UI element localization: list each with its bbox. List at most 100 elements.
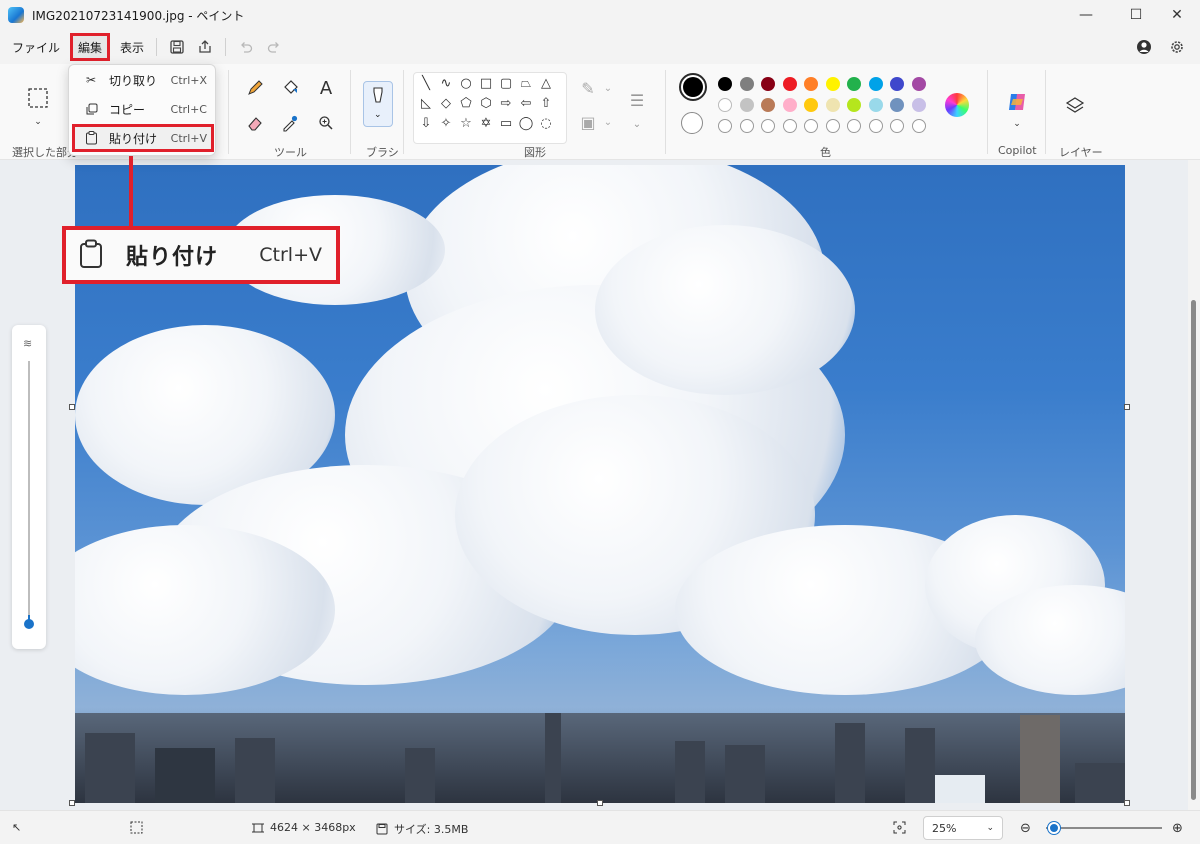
down-arrow-shape-icon[interactable]: ⇩: [417, 114, 435, 132]
color-swatch[interactable]: [868, 77, 883, 91]
oval-shape-icon[interactable]: ○: [457, 74, 475, 92]
color-swatch[interactable]: [761, 77, 775, 91]
resize-handle[interactable]: [1124, 404, 1130, 410]
color-swatch[interactable]: [911, 77, 926, 91]
color-swatch[interactable]: [761, 98, 775, 112]
color-swatch[interactable]: [739, 98, 754, 112]
stroke-size-chevron-down-icon[interactable]: ⌄: [625, 112, 649, 136]
menu-file[interactable]: ファイル: [6, 35, 66, 59]
brush-button[interactable]: ⌄: [363, 81, 393, 127]
selection-rectangle-icon[interactable]: [26, 86, 50, 110]
color-swatch[interactable]: [868, 98, 883, 112]
custom-color-slot[interactable]: [868, 119, 883, 133]
custom-color-slot[interactable]: [890, 119, 904, 133]
custom-color-slot[interactable]: [911, 119, 926, 133]
color-swatch[interactable]: [718, 77, 732, 91]
triangle-shape-icon[interactable]: △: [537, 74, 555, 92]
scrollbar-thumb[interactable]: [1191, 300, 1196, 800]
fill-chevron-down-icon[interactable]: ⌄: [596, 110, 620, 134]
custom-color-slot[interactable]: [782, 119, 797, 133]
menu-edit[interactable]: 編集: [70, 33, 111, 61]
slider-track[interactable]: [28, 361, 30, 615]
resize-handle[interactable]: [69, 404, 75, 410]
fill-bucket-icon[interactable]: [278, 76, 302, 100]
selection-chevron-down-icon[interactable]: ⌄: [26, 110, 50, 134]
redo-icon[interactable]: [260, 35, 288, 59]
color-swatch[interactable]: [739, 77, 754, 91]
custom-color-slot[interactable]: [718, 119, 732, 133]
copilot-chevron-down-icon[interactable]: ⌄: [1005, 112, 1029, 136]
outline-chevron-down-icon[interactable]: ⌄: [596, 76, 620, 100]
color-swatch[interactable]: [804, 77, 818, 91]
slider-thumb[interactable]: [24, 619, 34, 629]
zoom-out-icon[interactable]: ⊖: [1020, 821, 1031, 836]
menu-view[interactable]: 表示: [114, 35, 150, 59]
layers-icon[interactable]: [1063, 94, 1087, 118]
resize-handle[interactable]: [597, 800, 603, 806]
fit-to-window-icon[interactable]: [893, 821, 906, 834]
polygon-shape-icon[interactable]: ⏢: [517, 74, 535, 92]
zoom-slider-thumb[interactable]: [1048, 822, 1060, 834]
minimize-button[interactable]: —: [1063, 0, 1109, 30]
secondary-color-swatch[interactable]: [681, 112, 703, 134]
six-point-star-shape-icon[interactable]: ✡: [477, 114, 495, 132]
color-swatch[interactable]: [718, 98, 732, 112]
vertical-scrollbar[interactable]: [1188, 160, 1200, 810]
color-swatch[interactable]: [804, 98, 818, 112]
text-tool-icon[interactable]: A: [314, 76, 338, 100]
diamond-shape-icon[interactable]: ◇: [437, 94, 455, 112]
primary-color-swatch[interactable]: [679, 73, 707, 101]
oval-callout-shape-icon[interactable]: ◯: [517, 114, 535, 132]
color-swatch[interactable]: [890, 77, 904, 91]
color-swatch[interactable]: [890, 98, 904, 112]
custom-color-slot[interactable]: [825, 119, 840, 133]
five-point-star-shape-icon[interactable]: ☆: [457, 114, 475, 132]
right-triangle-shape-icon[interactable]: ◺: [417, 94, 435, 112]
left-arrow-shape-icon[interactable]: ⇦: [517, 94, 535, 112]
color-swatch[interactable]: [847, 77, 861, 91]
brush-chevron-down-icon[interactable]: ⌄: [374, 110, 382, 120]
color-picker-icon[interactable]: [278, 111, 302, 135]
line-shape-icon[interactable]: ╲: [417, 74, 435, 92]
color-swatch[interactable]: [825, 98, 840, 112]
cloud-callout-shape-icon[interactable]: ◌: [537, 114, 555, 132]
custom-color-slot[interactable]: [847, 119, 861, 133]
zoom-level-dropdown[interactable]: 25% ⌄: [923, 816, 1003, 840]
stroke-size-icon[interactable]: ☰: [625, 88, 649, 112]
save-icon[interactable]: [163, 35, 191, 59]
edit-colors-icon[interactable]: [945, 93, 969, 117]
custom-color-slot[interactable]: [804, 119, 818, 133]
maximize-button[interactable]: ☐: [1113, 0, 1159, 30]
color-swatch[interactable]: [911, 98, 926, 112]
resize-handle[interactable]: [1124, 800, 1130, 806]
rect-callout-shape-icon[interactable]: ▭: [497, 114, 515, 132]
pencil-icon[interactable]: [243, 76, 267, 100]
hexagon-shape-icon[interactable]: ⬡: [477, 94, 495, 112]
zoom-in-icon[interactable]: ⊕: [1172, 821, 1183, 836]
menu-item-cut[interactable]: ✂ 切り取り Ctrl+X: [73, 67, 213, 93]
account-icon[interactable]: [1130, 35, 1158, 59]
menu-item-copy[interactable]: コピー Ctrl+C: [73, 96, 213, 122]
color-swatch[interactable]: [825, 77, 840, 91]
resize-handle[interactable]: [69, 800, 75, 806]
color-swatch[interactable]: [782, 98, 797, 112]
zoom-slider-track[interactable]: [1046, 827, 1162, 829]
pentagon-shape-icon[interactable]: ⬠: [457, 94, 475, 112]
custom-color-slot[interactable]: [739, 119, 754, 133]
up-arrow-shape-icon[interactable]: ⇧: [537, 94, 555, 112]
four-point-star-shape-icon[interactable]: ✧: [437, 114, 455, 132]
undo-icon[interactable]: [232, 35, 260, 59]
custom-color-slot[interactable]: [761, 119, 775, 133]
settings-gear-icon[interactable]: [1163, 35, 1191, 59]
menu-item-paste[interactable]: 貼り付け Ctrl+V: [72, 124, 214, 152]
share-icon[interactable]: [191, 35, 219, 59]
color-swatch[interactable]: [847, 98, 861, 112]
magnifier-icon[interactable]: [314, 111, 338, 135]
eraser-icon[interactable]: [243, 111, 267, 135]
right-arrow-shape-icon[interactable]: ⇨: [497, 94, 515, 112]
color-swatch[interactable]: [782, 77, 797, 91]
brush-size-slider[interactable]: ≋: [12, 325, 46, 649]
rounded-rectangle-shape-icon[interactable]: ▢: [497, 74, 515, 92]
rectangle-shape-icon[interactable]: □: [477, 74, 495, 92]
curve-shape-icon[interactable]: ∿: [437, 74, 455, 92]
